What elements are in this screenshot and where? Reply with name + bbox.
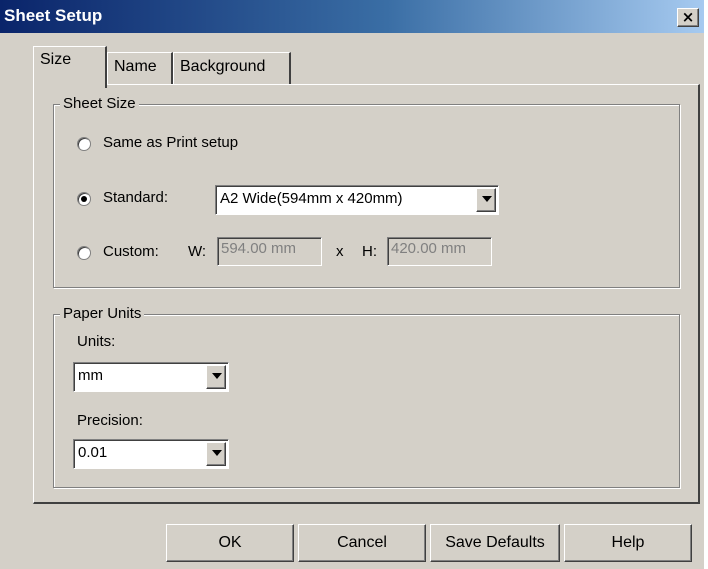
chevron-down-icon[interactable] bbox=[476, 188, 496, 212]
radio-standard[interactable] bbox=[77, 192, 91, 206]
standard-size-select[interactable]: A2 Wide(594mm x 420mm) bbox=[215, 185, 499, 215]
tab-background[interactable]: Background bbox=[173, 52, 291, 84]
tab-size-label: Size bbox=[40, 51, 72, 68]
dialog-title: Sheet Setup bbox=[4, 6, 103, 25]
tab-name[interactable]: Name bbox=[107, 52, 173, 84]
radio-custom[interactable] bbox=[77, 246, 91, 260]
precision-select[interactable]: 0.01 bbox=[73, 439, 229, 469]
tab-size[interactable]: Size bbox=[33, 46, 107, 88]
sheet-setup-dialog: Sheet Setup × Size Name Background Sheet… bbox=[0, 0, 704, 569]
radio-same-as-print[interactable] bbox=[77, 137, 91, 151]
cancel-button[interactable]: Cancel bbox=[298, 524, 426, 562]
units-select[interactable]: mm bbox=[73, 362, 229, 392]
custom-width-input[interactable]: 594.00 mm bbox=[217, 237, 322, 266]
radio-standard-label[interactable]: Standard: bbox=[103, 189, 168, 206]
tab-name-label: Name bbox=[114, 58, 157, 75]
precision-label: Precision: bbox=[77, 412, 143, 429]
sheet-size-group-title: Sheet Size bbox=[60, 95, 139, 112]
paper-units-group-title: Paper Units bbox=[60, 305, 145, 322]
close-button[interactable]: × bbox=[677, 8, 699, 27]
tab-background-label: Background bbox=[180, 58, 266, 75]
title-bar[interactable]: Sheet Setup × bbox=[0, 0, 704, 33]
custom-height-input[interactable]: 420.00 mm bbox=[387, 237, 492, 266]
units-label: Units: bbox=[77, 333, 116, 350]
custom-x-separator: x bbox=[336, 243, 344, 260]
custom-height-value: 420.00 mm bbox=[391, 240, 467, 257]
close-icon: × bbox=[681, 8, 695, 26]
ok-button[interactable]: OK bbox=[166, 524, 294, 562]
chevron-down-icon[interactable] bbox=[206, 442, 226, 466]
standard-size-value: A2 Wide(594mm x 420mm) bbox=[220, 190, 403, 207]
custom-width-label: W: bbox=[188, 243, 207, 260]
chevron-down-icon[interactable] bbox=[206, 365, 226, 389]
help-button[interactable]: Help bbox=[564, 524, 692, 562]
custom-width-value: 594.00 mm bbox=[221, 240, 297, 257]
custom-height-label: H: bbox=[362, 243, 377, 260]
radio-custom-label[interactable]: Custom: bbox=[103, 243, 159, 260]
precision-value: 0.01 bbox=[78, 444, 108, 461]
radio-same-as-print-label[interactable]: Same as Print setup bbox=[103, 134, 238, 151]
units-value: mm bbox=[78, 367, 103, 384]
save-defaults-button[interactable]: Save Defaults bbox=[430, 524, 560, 562]
